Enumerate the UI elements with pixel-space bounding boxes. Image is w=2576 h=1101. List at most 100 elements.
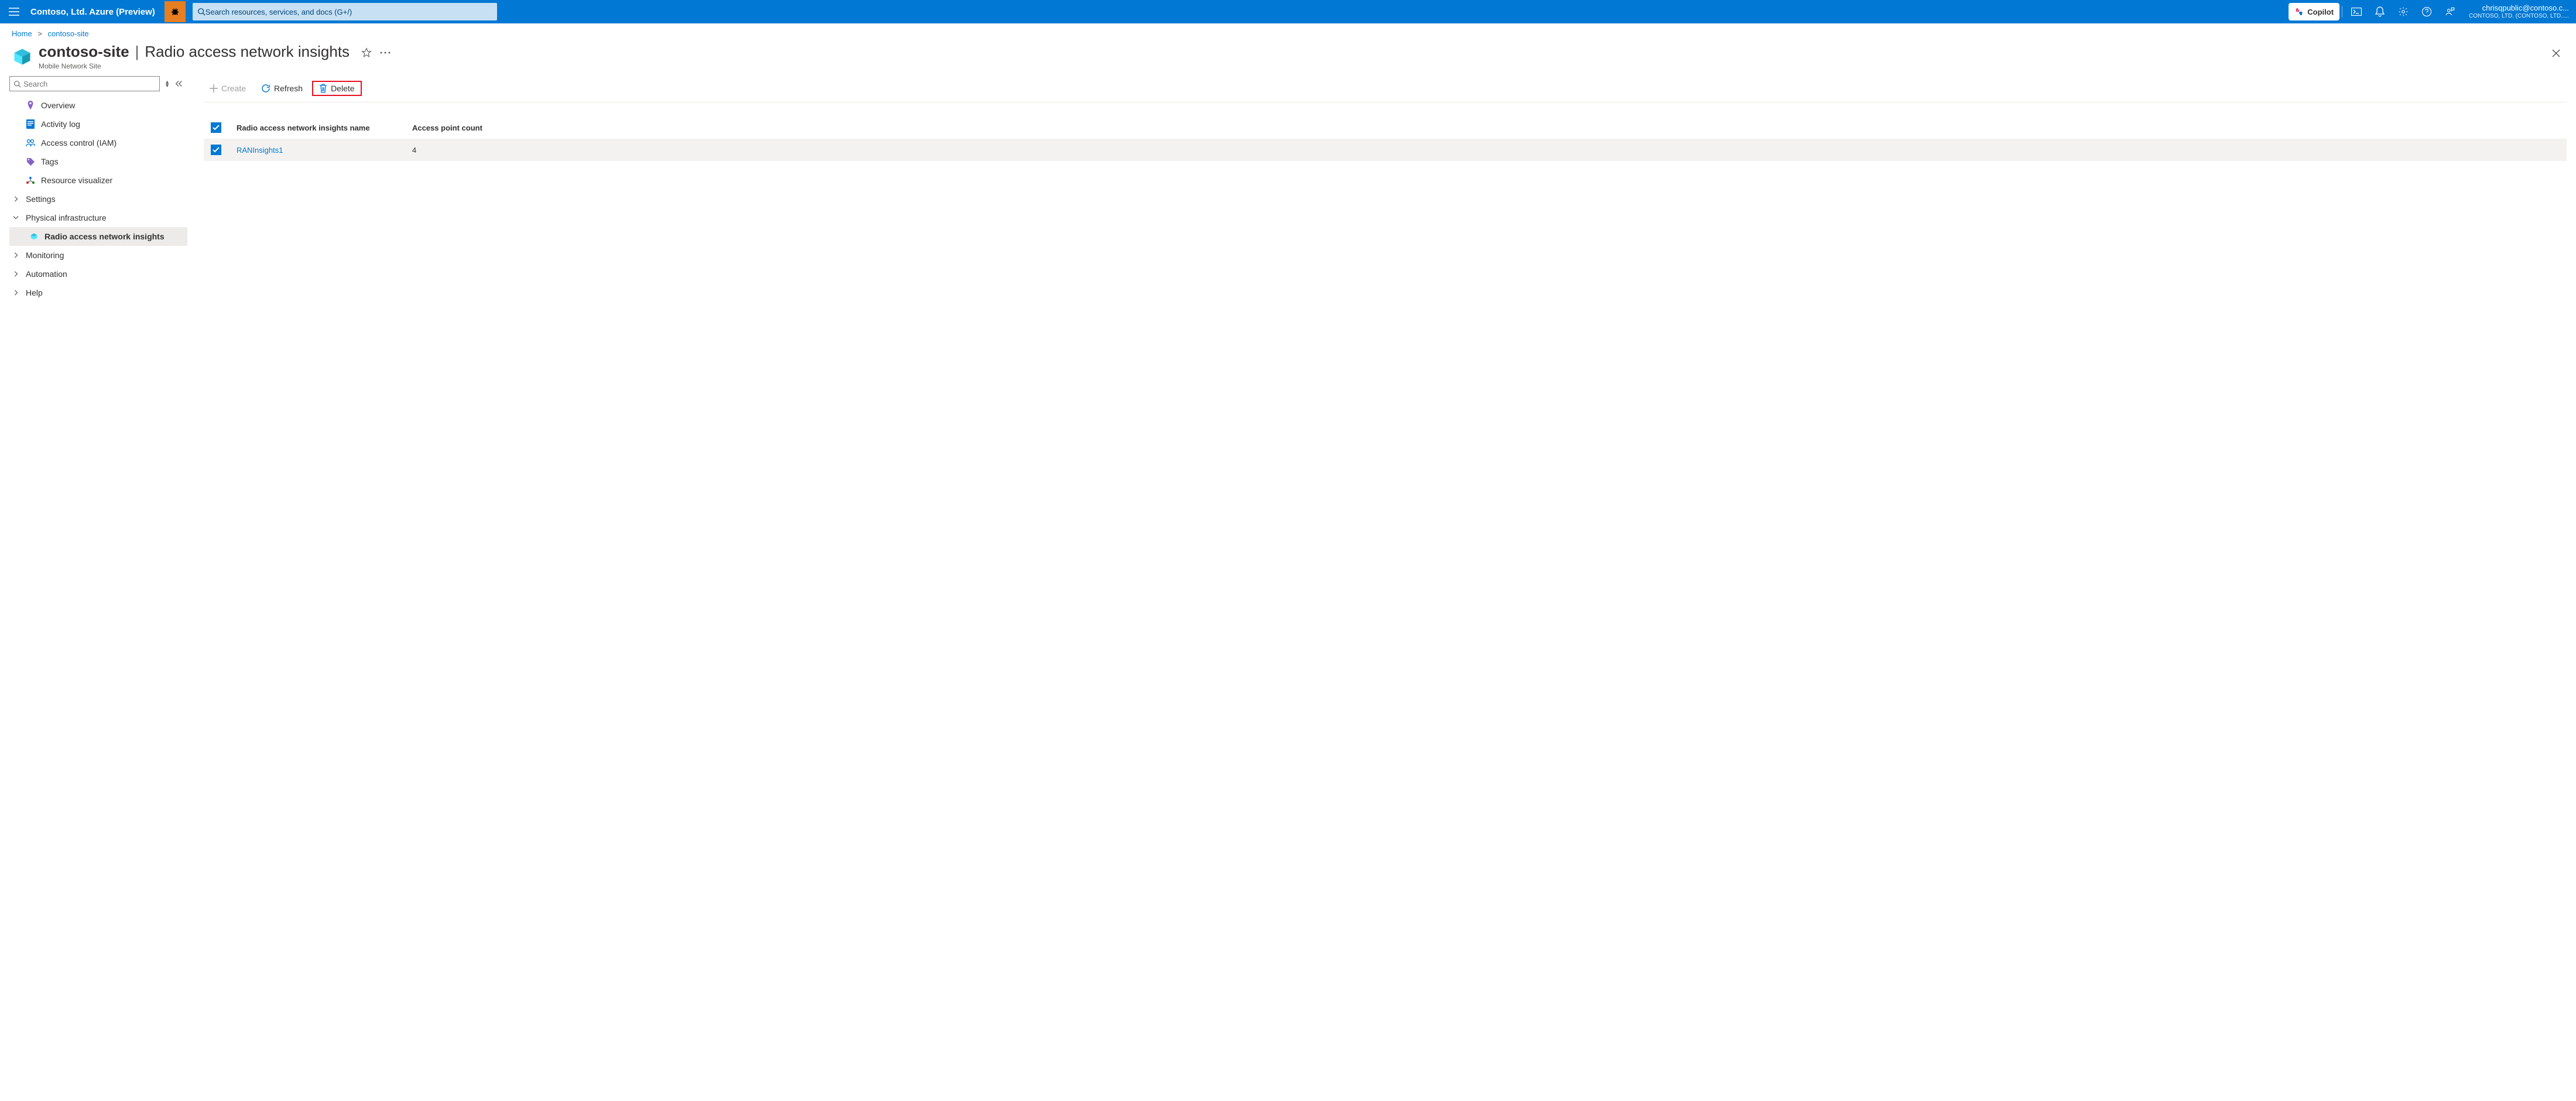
refresh-icon	[261, 84, 270, 93]
nav-label: Help	[26, 288, 43, 297]
copilot-icon	[2294, 7, 2304, 16]
column-header-count[interactable]: Access point count	[412, 124, 2560, 132]
sidebar-collapse-button[interactable]	[174, 80, 183, 88]
tag-icon	[26, 157, 35, 166]
user-account-menu[interactable]: chrisqpublic@contoso.c... CONTOSO, LTD. …	[2462, 4, 2576, 19]
create-button[interactable]: Create	[204, 81, 252, 95]
global-search-input[interactable]	[205, 8, 492, 16]
help-button[interactable]	[2415, 0, 2438, 23]
trash-icon	[319, 84, 327, 93]
help-icon	[2421, 6, 2432, 17]
hamburger-menu-button[interactable]	[0, 0, 28, 23]
hamburger-icon	[9, 8, 19, 16]
nav-label: Resource visualizer	[41, 176, 112, 185]
sidebar-sort-toggle[interactable]: ▲▼	[165, 80, 170, 87]
sidebar-item-ran-insights[interactable]: Radio access network insights	[9, 227, 187, 246]
delete-label: Delete	[331, 84, 354, 93]
check-icon	[213, 147, 220, 153]
table-row[interactable]: RANInsights1 4	[204, 139, 2567, 161]
close-icon	[2551, 49, 2561, 58]
gear-icon	[2398, 6, 2409, 17]
search-icon	[197, 8, 205, 16]
command-bar: Create Refresh Delete	[204, 76, 2567, 102]
create-label: Create	[221, 84, 246, 93]
chevron-double-left-icon	[174, 80, 183, 88]
main-content: Create Refresh Delete Radio access netwo…	[187, 76, 2576, 302]
nav-label: Access control (IAM)	[41, 138, 117, 148]
copilot-button[interactable]: Copilot	[2289, 3, 2339, 20]
grid-header-row: Radio access network insights name Acces…	[204, 116, 2567, 139]
page-header: contoso-site | Radio access network insi…	[0, 40, 2576, 76]
chevron-down-icon	[13, 215, 19, 220]
person-feedback-icon	[2445, 6, 2455, 17]
terminal-icon	[2351, 8, 2362, 16]
chevron-right-icon	[13, 290, 18, 296]
column-header-name[interactable]: Radio access network insights name	[237, 124, 412, 132]
refresh-label: Refresh	[274, 84, 303, 93]
sidebar-item-resource-visualizer[interactable]: Resource visualizer	[9, 171, 187, 190]
nav-label: Tags	[41, 157, 59, 166]
brand-label[interactable]: Contoso, Ltd. Azure (Preview)	[28, 7, 162, 17]
row-count: 4	[412, 146, 2560, 155]
sidebar-item-tags[interactable]: Tags	[9, 152, 187, 171]
section-name: Radio access network insights	[145, 43, 350, 61]
breadcrumb-site[interactable]: contoso-site	[48, 29, 89, 38]
sidebar: ▲▼ Overview Activity log Access control …	[0, 76, 187, 302]
sidebar-nav: Overview Activity log Access control (IA…	[9, 96, 187, 302]
chevron-right-icon	[13, 252, 18, 258]
plus-icon	[210, 84, 218, 92]
nav-label: Settings	[26, 194, 56, 204]
chevron-right-icon	[13, 271, 18, 277]
user-email: chrisqpublic@contoso.c...	[2469, 4, 2569, 12]
search-icon	[13, 80, 21, 88]
people-icon	[26, 139, 35, 147]
nav-label: Radio access network insights	[44, 232, 165, 241]
cloud-shell-button[interactable]	[2345, 0, 2368, 23]
resource-icon	[12, 46, 33, 67]
select-all-checkbox[interactable]	[211, 122, 221, 133]
delete-button[interactable]: Delete	[312, 81, 361, 96]
insights-grid: Radio access network insights name Acces…	[204, 116, 2567, 161]
log-icon	[26, 119, 35, 129]
breadcrumb-home[interactable]: Home	[12, 29, 32, 38]
page-title: contoso-site | Radio access network insi…	[39, 43, 350, 61]
refresh-button[interactable]: Refresh	[255, 81, 309, 95]
report-bug-button[interactable]	[165, 1, 186, 22]
nav-label: Monitoring	[26, 251, 64, 260]
row-name-link[interactable]: RANInsights1	[237, 146, 283, 155]
copilot-label: Copilot	[2307, 8, 2334, 16]
nav-label: Automation	[26, 269, 67, 279]
bug-icon	[170, 6, 180, 17]
sidebar-item-automation[interactable]: Automation	[9, 265, 187, 283]
check-icon	[213, 125, 220, 131]
sidebar-item-overview[interactable]: Overview	[9, 96, 187, 115]
top-bar: Contoso, Ltd. Azure (Preview) Copilot ch…	[0, 0, 2576, 23]
sidebar-item-settings[interactable]: Settings	[9, 190, 187, 208]
global-search[interactable]	[193, 3, 497, 20]
top-icon-group	[2339, 0, 2462, 23]
graph-icon	[26, 176, 35, 184]
feedback-button[interactable]	[2438, 0, 2462, 23]
cube-icon	[30, 232, 38, 241]
sidebar-item-activity-log[interactable]: Activity log	[9, 115, 187, 133]
more-actions-button[interactable]	[380, 51, 390, 54]
resource-name: contoso-site	[39, 43, 129, 61]
breadcrumb: Home > contoso-site	[0, 23, 2576, 40]
sidebar-search[interactable]	[9, 76, 160, 91]
sidebar-item-physical-infrastructure[interactable]: Physical infrastructure	[9, 208, 187, 227]
sidebar-item-iam[interactable]: Access control (IAM)	[9, 133, 187, 152]
favorite-button[interactable]	[361, 47, 372, 58]
sidebar-item-monitoring[interactable]: Monitoring	[9, 246, 187, 265]
nav-label: Physical infrastructure	[26, 213, 107, 222]
notifications-button[interactable]	[2368, 0, 2392, 23]
sidebar-item-help[interactable]: Help	[9, 283, 187, 302]
close-blade-button[interactable]	[2548, 45, 2564, 61]
nav-label: Overview	[41, 101, 75, 110]
sidebar-search-input[interactable]	[23, 80, 156, 88]
nav-label: Activity log	[41, 119, 80, 129]
row-checkbox[interactable]	[211, 145, 221, 155]
settings-button[interactable]	[2392, 0, 2415, 23]
bell-icon	[2375, 6, 2385, 17]
pin-icon	[26, 101, 35, 110]
breadcrumb-separator: >	[37, 29, 42, 38]
